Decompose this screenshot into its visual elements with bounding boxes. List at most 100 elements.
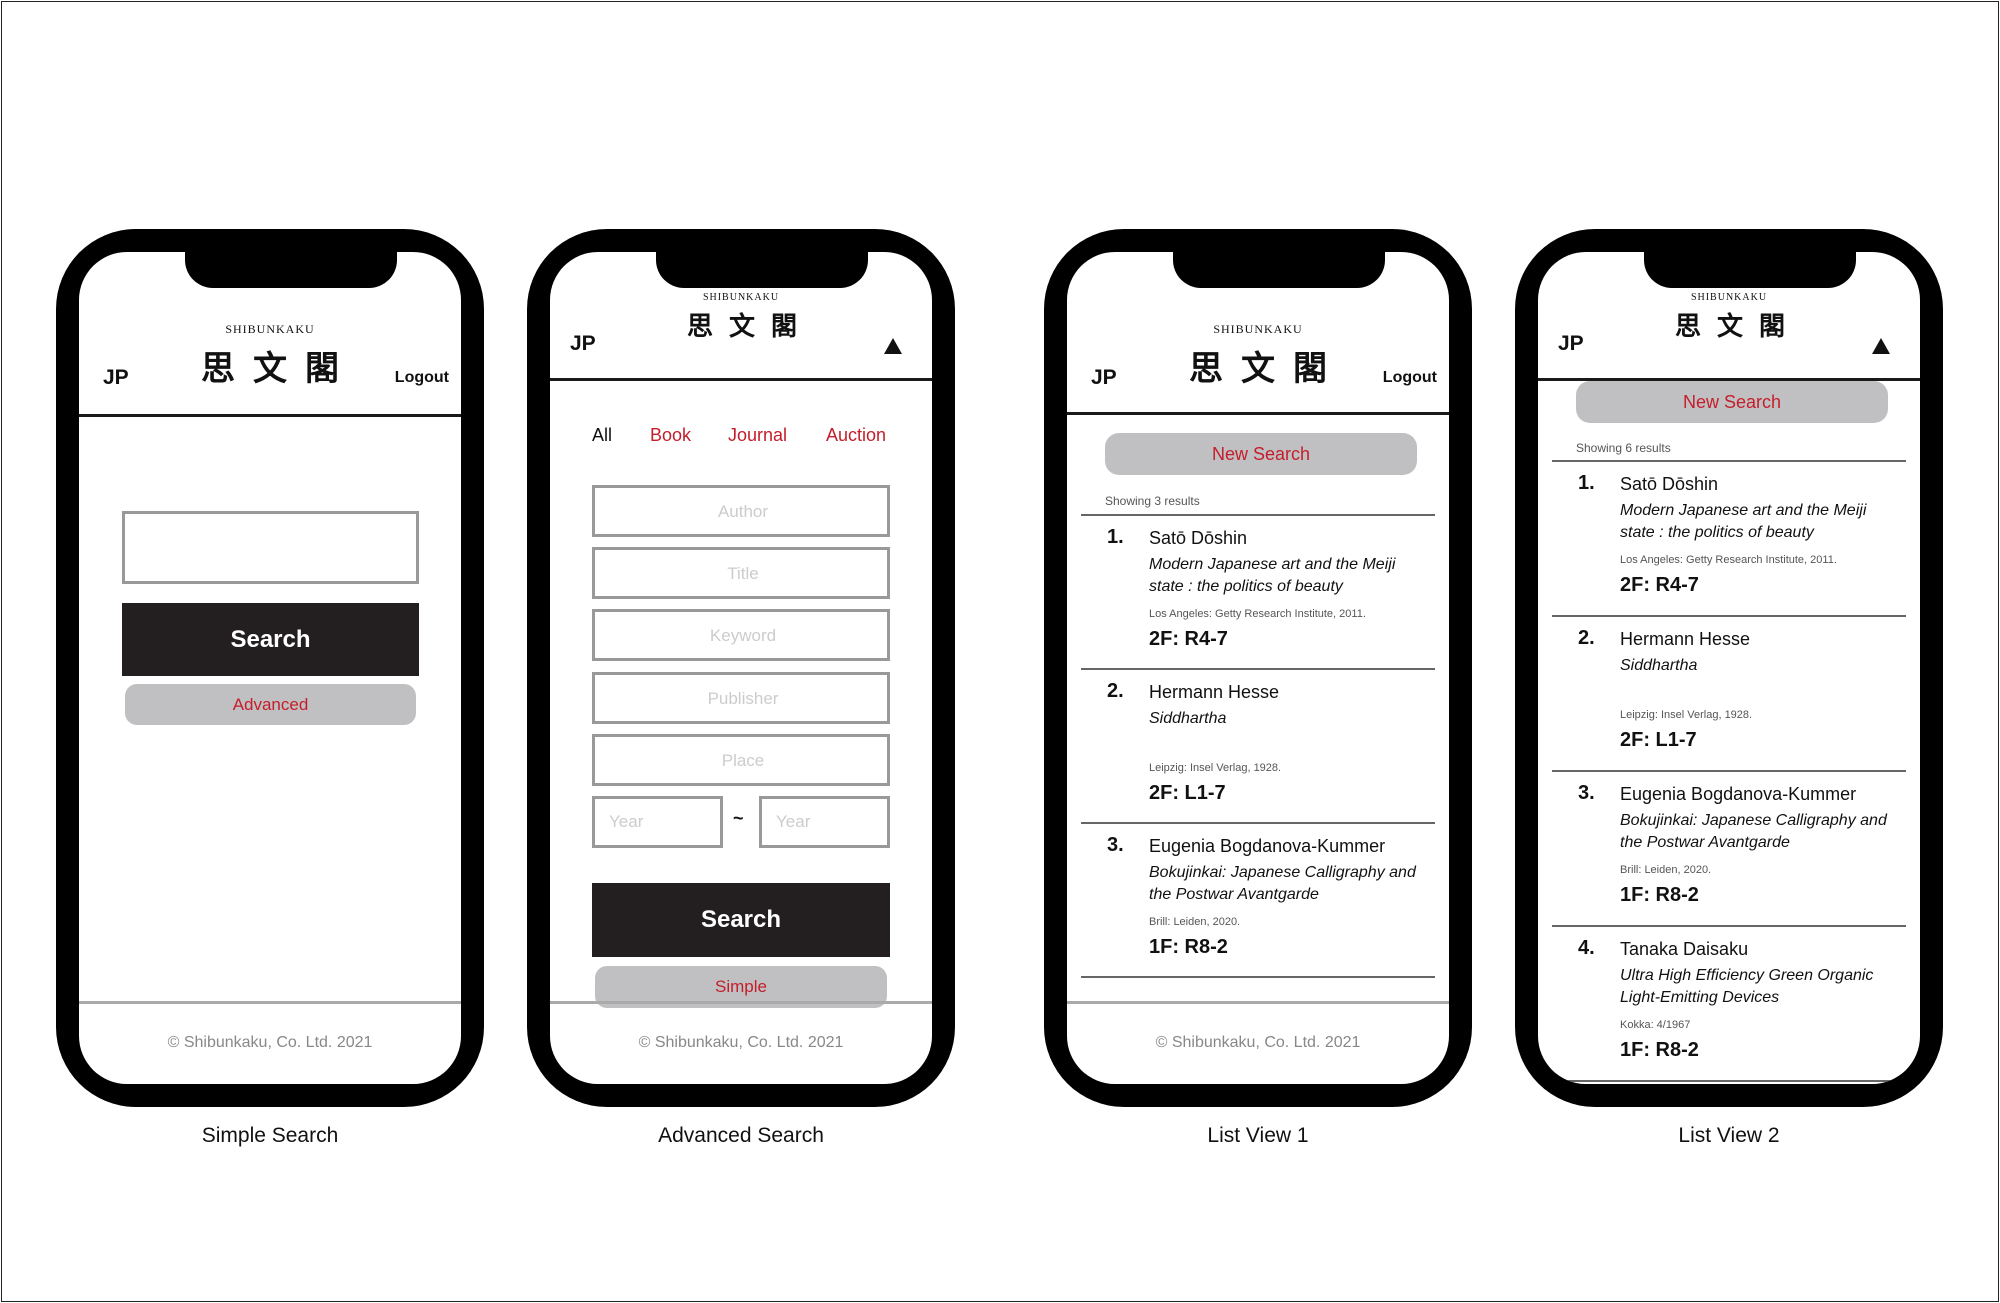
publisher-field[interactable] <box>592 672 891 724</box>
phone-notch <box>185 252 397 288</box>
screen: JP SHIBUNKAKU 思文閣 All Book Journal Aucti… <box>550 252 932 1084</box>
result-author[interactable]: Satō Dōshin <box>1620 474 1718 495</box>
year-range-separator: ~ <box>733 808 744 828</box>
result-shelf-location: 2F: L1-7 <box>1149 782 1226 804</box>
caption-list-view-2: List View 2 <box>1678 1124 1780 1147</box>
collapse-triangle-icon[interactable] <box>884 338 902 354</box>
result-title[interactable]: Siddhartha <box>1149 708 1419 730</box>
result-publication: Kokka: 4/1967 <box>1620 1019 1691 1031</box>
search-button[interactable]: Search <box>592 883 890 957</box>
brand-logo[interactable]: SHIBUNKAKU 思文閣 <box>1538 292 1920 343</box>
brand-logo[interactable]: SHIBUNKAKU 思文閣 <box>550 292 932 343</box>
new-search-button[interactable]: New Search <box>1105 433 1417 475</box>
copyright-text: © Shibunkaku, Co. Ltd. 2021 <box>638 1034 844 1051</box>
result-title[interactable]: Modern Japanese art and the Meiji state … <box>1149 554 1419 598</box>
result-shelf-location: 1F: R8-2 <box>1620 1039 1699 1061</box>
copyright-text: © Shibunkaku, Co. Ltd. 2021 <box>167 1034 373 1051</box>
result-author[interactable]: Satō Dōshin <box>1149 528 1247 549</box>
tab-auction[interactable]: Auction <box>826 425 886 446</box>
phone-notch <box>656 252 868 288</box>
result-title[interactable]: Modern Japanese art and the Meiji state … <box>1620 500 1890 544</box>
result-title[interactable]: Ultra High Efficiency Green Organic Ligh… <box>1620 965 1890 1009</box>
result-number: 2. <box>1107 680 1124 702</box>
year-from-field[interactable] <box>592 796 723 848</box>
phone-simple-search: JP SHIBUNKAKU 思文閣 Logout Search Advanced… <box>56 229 484 1107</box>
caption-list-view-1: List View 1 <box>1207 1124 1309 1147</box>
result-number: 2. <box>1578 627 1595 649</box>
year-from-input[interactable] <box>595 799 720 845</box>
result-author[interactable]: Hermann Hesse <box>1620 629 1750 650</box>
result-publication: Brill: Leiden, 2020. <box>1620 864 1712 876</box>
result-shelf-location: 1F: R8-2 <box>1149 936 1228 958</box>
tab-journal[interactable]: Journal <box>728 425 787 446</box>
result-shelf-location: 2F: R4-7 <box>1149 628 1228 650</box>
title-input[interactable] <box>595 550 891 598</box>
result-shelf-location: 1F: R8-2 <box>1620 884 1699 906</box>
caption-advanced-search: Advanced Search <box>658 1124 824 1147</box>
tab-book[interactable]: Book <box>650 425 691 446</box>
new-search-button[interactable]: New Search <box>1576 381 1888 423</box>
result-number: 1. <box>1578 472 1595 494</box>
result-publication: Leipzig: Insel Verlag, 1928. <box>1149 762 1282 774</box>
footer: © Shibunkaku, Co. Ltd. 2021 <box>550 1001 932 1084</box>
result-author[interactable]: Hermann Hesse <box>1149 682 1279 703</box>
publisher-input[interactable] <box>595 675 891 723</box>
result-author[interactable]: Eugenia Bogdanova-Kummer <box>1620 784 1856 805</box>
brand-kanji: 思文閣 <box>1674 312 1801 342</box>
result-item[interactable]: 3. Eugenia Bogdanova-Kummer Bokujinkai: … <box>1081 824 1435 978</box>
result-title[interactable]: Bokujinkai: Japanese Calligraphy and the… <box>1149 862 1419 906</box>
result-item[interactable]: 4. Tanaka Daisaku Ultra High Efficiency … <box>1552 927 1906 1082</box>
phone-advanced-search: JP SHIBUNKAKU 思文閣 All Book Journal Aucti… <box>527 229 955 1107</box>
title-field[interactable] <box>592 547 891 599</box>
screen: JP SHIBUNKAKU 思文閣 Logout New Search Show… <box>1067 252 1449 1084</box>
result-item[interactable]: 1. Satō Dōshin Modern Japanese art and t… <box>1081 516 1435 670</box>
brand-romaji: SHIBUNKAKU <box>702 292 780 303</box>
advanced-button[interactable]: Advanced <box>125 684 416 725</box>
phone-notch <box>1173 252 1385 288</box>
collapse-triangle-icon[interactable] <box>1872 338 1890 354</box>
screen: JP SHIBUNKAKU 思文閣 Logout Search Advanced… <box>79 252 461 1084</box>
place-field[interactable] <box>592 734 891 786</box>
brand-romaji: SHIBUNKAKU <box>1690 292 1768 303</box>
result-item[interactable]: 2. Hermann Hesse Siddhartha Leipzig: Ins… <box>1552 617 1906 772</box>
year-to-field[interactable] <box>759 796 890 848</box>
search-input-field[interactable] <box>125 514 420 583</box>
result-publication: Leipzig: Insel Verlag, 1928. <box>1620 709 1753 721</box>
place-input[interactable] <box>595 737 891 785</box>
brand-kanji: 思文閣 <box>686 312 813 342</box>
logout-link[interactable]: Logout <box>395 369 449 387</box>
footer: © Shibunkaku, Co. Ltd. 2021 <box>1067 1001 1449 1084</box>
result-title[interactable]: Bokujinkai: Japanese Calligraphy and the… <box>1620 810 1890 854</box>
result-item[interactable]: 3. Eugenia Bogdanova-Kummer Bokujinkai: … <box>1552 772 1906 927</box>
tab-all[interactable]: All <box>592 425 612 446</box>
brand-romaji: SHIBUNKAKU <box>1213 322 1303 336</box>
phone-list-view-1: JP SHIBUNKAKU 思文閣 Logout New Search Show… <box>1044 229 1472 1107</box>
search-input[interactable] <box>122 511 420 584</box>
result-number: 1. <box>1107 526 1124 548</box>
result-publication: Los Angeles: Getty Research Institute, 2… <box>1149 608 1366 620</box>
phone-list-view-2: JP SHIBUNKAKU 思文閣 New Search Showing 6 r… <box>1515 229 1943 1107</box>
results-count: Showing 3 results <box>1105 494 1200 508</box>
result-author[interactable]: Tanaka Daisaku <box>1620 939 1748 960</box>
result-shelf-location: 2F: R4-7 <box>1620 574 1699 596</box>
result-item[interactable]: 2. Hermann Hesse Siddhartha Leipzig: Ins… <box>1081 670 1435 824</box>
caption-simple-search: Simple Search <box>201 1124 339 1147</box>
result-number: 3. <box>1578 782 1595 804</box>
year-to-input[interactable] <box>762 799 887 845</box>
result-author[interactable]: Eugenia Bogdanova-Kummer <box>1149 836 1385 857</box>
results-count: Showing 6 results <box>1576 441 1671 455</box>
keyword-input[interactable] <box>595 612 891 660</box>
result-title[interactable]: Siddhartha <box>1620 655 1890 677</box>
result-publication: Los Angeles: Getty Research Institute, 2… <box>1620 554 1837 566</box>
phone-notch <box>1644 252 1856 288</box>
result-publication: Brill: Leiden, 2020. <box>1149 916 1241 928</box>
keyword-field[interactable] <box>592 609 891 661</box>
result-number: 4. <box>1578 937 1595 959</box>
search-button[interactable]: Search <box>122 603 419 676</box>
author-input[interactable] <box>595 488 891 536</box>
result-item[interactable]: 1. Satō Dōshin Modern Japanese art and t… <box>1552 462 1906 617</box>
author-field[interactable] <box>592 485 891 537</box>
logout-link[interactable]: Logout <box>1383 369 1437 387</box>
result-shelf-location: 2F: L1-7 <box>1620 729 1697 751</box>
brand-romaji: SHIBUNKAKU <box>225 322 315 336</box>
